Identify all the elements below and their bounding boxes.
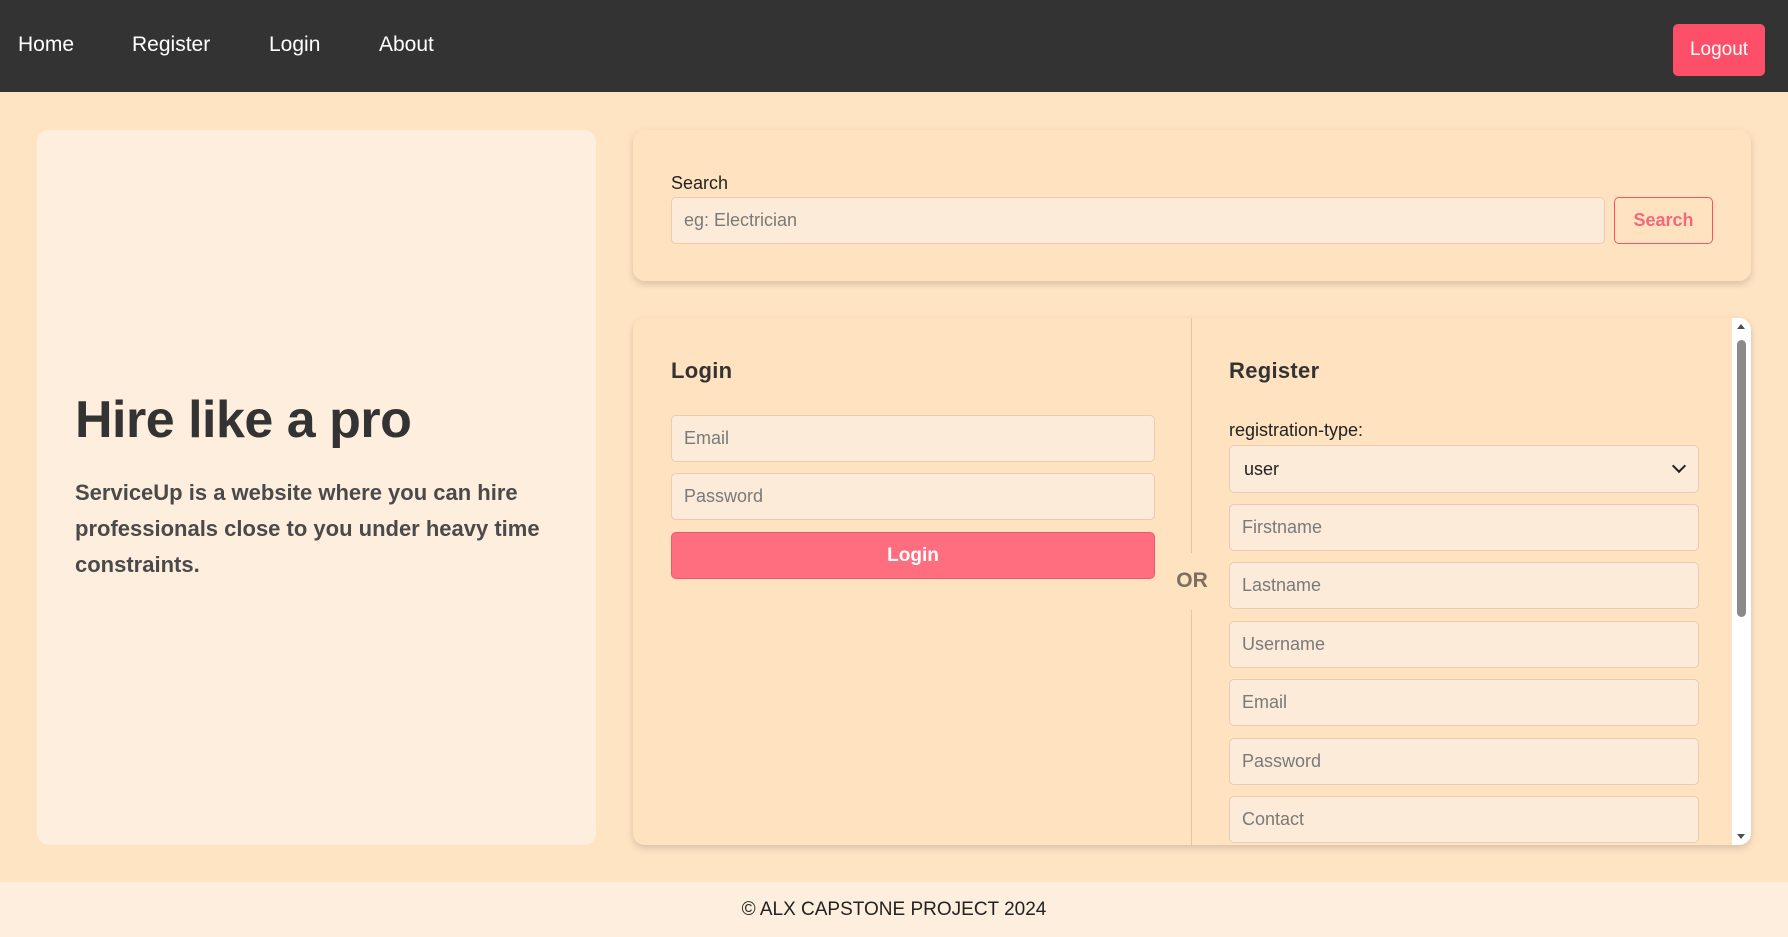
register-username-field[interactable] [1229, 621, 1699, 668]
chevron-down-icon [1671, 458, 1687, 474]
scroll-down-arrow-icon[interactable] [1737, 834, 1745, 839]
register-password-field[interactable] [1229, 738, 1699, 785]
scroll-up-arrow-icon[interactable] [1737, 324, 1745, 329]
scrollbar-thumb[interactable] [1737, 340, 1746, 617]
footer-copyright: © ALX CAPSTONE PROJECT 2024 [741, 899, 1047, 920]
search-card: Search Search [633, 130, 1751, 281]
nav-link-login[interactable]: Login [269, 32, 320, 58]
registration-type-label: registration-type: [1229, 420, 1364, 440]
register-contact-field[interactable] [1229, 796, 1699, 843]
auth-card: Login Login OR Register registration-typ… [633, 318, 1751, 845]
divider-line-top [1191, 318, 1192, 553]
search-label: Search [671, 173, 729, 193]
scrollbar[interactable] [1732, 318, 1751, 845]
logout-button[interactable]: Logout [1673, 24, 1765, 76]
login-heading: Login [671, 358, 733, 383]
or-divider: OR [1171, 569, 1213, 593]
footer: © ALX CAPSTONE PROJECT 2024 [0, 882, 1788, 937]
register-lastname-field[interactable] [1229, 562, 1699, 609]
registration-type-select[interactable]: user [1229, 445, 1699, 493]
hero-panel: Hire like a pro ServiceUp is a website w… [37, 130, 596, 845]
login-email-field[interactable] [671, 415, 1155, 462]
hero-title: Hire like a pro [75, 391, 412, 449]
hero-description: ServiceUp is a website where you can hir… [75, 480, 540, 577]
login-button[interactable]: Login [671, 532, 1155, 579]
register-email-field[interactable] [1229, 679, 1699, 726]
search-input[interactable] [671, 197, 1605, 244]
search-button[interactable]: Search [1614, 197, 1713, 244]
login-password-field[interactable] [671, 473, 1155, 520]
nav-link-register[interactable]: Register [132, 32, 210, 58]
navbar: Home Register Login About Logout [0, 0, 1788, 92]
divider-line-bottom [1191, 610, 1192, 845]
register-heading: Register [1229, 358, 1320, 383]
register-firstname-field[interactable] [1229, 504, 1699, 551]
nav-link-home[interactable]: Home [18, 32, 74, 58]
nav-link-about[interactable]: About [379, 32, 434, 58]
registration-type-value: user [1244, 458, 1280, 479]
